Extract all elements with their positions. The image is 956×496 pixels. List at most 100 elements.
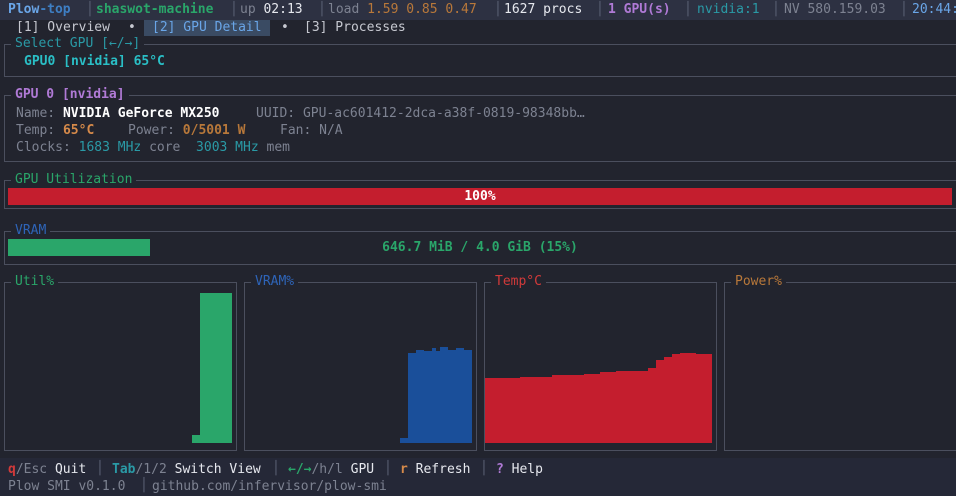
history-bar bbox=[580, 375, 584, 443]
history-bar bbox=[640, 371, 644, 443]
version: Plow SMI v0.1.0 bbox=[8, 479, 126, 494]
separator: │ bbox=[900, 2, 908, 17]
separator: │ bbox=[480, 461, 488, 476]
util-history-panel: Util% bbox=[4, 274, 237, 451]
gpu-utilization-panel: GPU Utilization 100% bbox=[4, 172, 956, 209]
history-bar bbox=[400, 438, 404, 443]
load-values: 1.59 0.85 0.47 bbox=[367, 2, 477, 17]
gpu-clocks-row: Clocks: 1683 MHz core 3003 MHz mem bbox=[16, 139, 290, 156]
history-bar bbox=[508, 378, 512, 443]
history-bar bbox=[552, 375, 556, 443]
history-bar bbox=[488, 378, 492, 443]
history-bar bbox=[200, 293, 204, 443]
gpu-info-panel: GPU 0 [nvidia] Name: NVIDIA GeForce MX25… bbox=[4, 87, 956, 162]
power-history-chart bbox=[725, 283, 956, 450]
history-bar bbox=[432, 348, 436, 443]
key-quit: q bbox=[8, 462, 16, 477]
history-bar bbox=[192, 435, 196, 443]
history-bar bbox=[660, 360, 664, 443]
gpu-selector-item[interactable]: GPU0 [nvidia] 65°C bbox=[24, 54, 165, 69]
select-gpu-title: Select GPU [←/→] bbox=[11, 36, 145, 52]
temp-history-chart bbox=[485, 353, 712, 443]
history-bar bbox=[592, 374, 596, 443]
load-label: load bbox=[328, 2, 360, 17]
history-bar bbox=[492, 378, 496, 443]
vendor-count: nvidia:1 bbox=[697, 2, 760, 17]
keybinding-gpu[interactable]: ←/→/h/l GPU bbox=[288, 461, 374, 478]
history-bar bbox=[680, 353, 684, 443]
history-bar bbox=[620, 371, 624, 443]
power-label: Power: bbox=[128, 123, 175, 138]
vram-panel: VRAM 646.7 MiB / 4.0 GiB (15%) bbox=[4, 223, 956, 265]
history-bar bbox=[596, 374, 600, 443]
history-bar bbox=[628, 371, 632, 443]
key-help: ? bbox=[496, 462, 504, 477]
vram-history-chart bbox=[400, 347, 472, 443]
history-bar bbox=[648, 368, 652, 443]
gpu-fan: Fan: N/A bbox=[280, 123, 343, 138]
separator: │ bbox=[140, 478, 148, 493]
history-bar bbox=[568, 375, 572, 443]
repo-link[interactable]: github.com/infervisor/plow-smi bbox=[152, 478, 387, 495]
key-tab: Tab bbox=[112, 462, 136, 477]
separator: │ bbox=[230, 2, 238, 17]
gpu-name: NVIDIA GeForce MX250 bbox=[62, 106, 220, 121]
clock: 20:44: bbox=[912, 2, 956, 17]
keybinding-refresh[interactable]: r Refresh bbox=[400, 461, 470, 478]
keybinding-quit[interactable]: q/Esc Quit bbox=[8, 461, 86, 478]
gpu-uuid: UUID: GPU-ac601412-2dca-a38f-0819-98348b… bbox=[256, 106, 585, 121]
keybinding-help[interactable]: ? Help bbox=[496, 461, 543, 478]
history-bar bbox=[504, 378, 508, 443]
history-bar bbox=[440, 347, 444, 443]
key-tab-alt: /1/2 bbox=[135, 462, 167, 477]
app-name-main: Plow bbox=[8, 2, 40, 17]
app-name-suffix: -top bbox=[39, 2, 71, 17]
tab-processes[interactable]: [3] Processes bbox=[304, 20, 406, 36]
history-bar bbox=[196, 435, 200, 443]
history-bar bbox=[588, 374, 592, 443]
gpu-power-row: Power: 0/5001 W bbox=[128, 122, 245, 139]
vram-history-panel: VRAM% bbox=[244, 274, 477, 451]
history-bar bbox=[544, 377, 548, 443]
history-bar bbox=[600, 372, 604, 443]
action-quit: Quit bbox=[54, 462, 87, 477]
history-bar bbox=[500, 378, 504, 443]
history-bar bbox=[604, 372, 608, 443]
uptime-value: 02:13 bbox=[263, 2, 303, 17]
gpu-temp: 65°C bbox=[62, 123, 95, 138]
utilization-bar-label: 100% bbox=[464, 189, 496, 204]
history-bar bbox=[576, 375, 580, 443]
tab-separator: • bbox=[128, 20, 136, 35]
history-bar bbox=[664, 357, 668, 443]
separator: │ bbox=[772, 2, 780, 17]
history-bar bbox=[688, 353, 692, 443]
tab-gpu-detail[interactable]: [2] GPU Detail bbox=[144, 20, 270, 36]
history-bar bbox=[464, 350, 468, 443]
history-bar bbox=[496, 378, 500, 443]
utilization-bar-track: 100% bbox=[8, 188, 952, 205]
history-bar bbox=[636, 371, 640, 443]
history-bar bbox=[584, 374, 588, 443]
temp-history-panel: Temp°C bbox=[484, 274, 717, 451]
vram-title: VRAM bbox=[11, 223, 51, 239]
mem-clock: 3003 MHz bbox=[196, 140, 259, 155]
top-status-bar: Plow-top │ shaswot-machine │ up 02:13 │ … bbox=[0, 0, 956, 20]
separator: │ bbox=[494, 2, 502, 17]
history-bar bbox=[456, 348, 460, 443]
history-bar bbox=[572, 375, 576, 443]
gpu-power: 0/5001 W bbox=[182, 123, 246, 138]
gpu-count: 1 GPU(s) bbox=[608, 2, 671, 17]
history-bar bbox=[516, 378, 520, 443]
history-bar bbox=[624, 371, 628, 443]
history-bar bbox=[436, 351, 440, 443]
tab-overview[interactable]: [1] Overview bbox=[16, 20, 110, 36]
keybinding-switch-view[interactable]: Tab/1/2 Switch View bbox=[112, 461, 261, 478]
key-refresh: r bbox=[400, 462, 408, 477]
vram-bar-label: 646.7 MiB / 4.0 GiB (15%) bbox=[382, 240, 578, 255]
history-bar bbox=[520, 377, 524, 443]
history-bar bbox=[524, 377, 528, 443]
power-history-panel: Power% bbox=[724, 274, 956, 451]
history-bar bbox=[468, 350, 472, 443]
mem-label: mem bbox=[266, 140, 290, 155]
history-bar bbox=[536, 377, 540, 443]
